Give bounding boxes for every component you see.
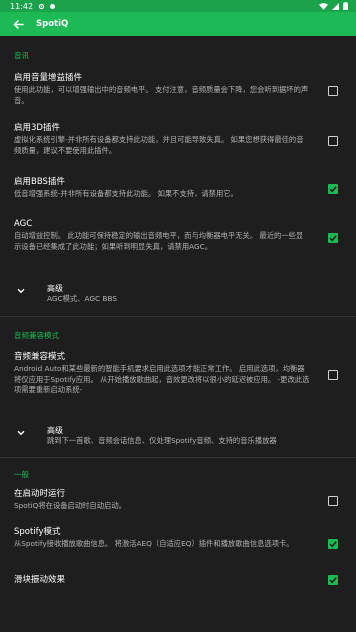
advanced-compat[interactable]: 高级 跳到下一首歌、音频会话信息、仅处理Spotify音频、支持的音乐播放器 <box>0 413 356 457</box>
advanced-title: 高级 <box>47 426 63 435</box>
agc-checkbox[interactable] <box>328 233 338 243</box>
pref-title: 启用3D插件 <box>14 123 60 133</box>
section-header-audio: 音讯 <box>14 51 29 60</box>
3d-plugin-checkbox[interactable] <box>328 136 338 146</box>
app-title: SpotiQ <box>36 19 69 29</box>
pref-title: 启用BBS插件 <box>14 177 65 187</box>
spotify-mode-checkbox[interactable] <box>328 539 338 549</box>
chevron-down-icon <box>17 288 25 294</box>
signal-icon <box>332 2 339 10</box>
section-header-compat: 音频兼容模式 <box>14 331 59 340</box>
volume-boost-checkbox[interactable] <box>328 86 338 96</box>
check-icon <box>329 541 337 548</box>
pref-summary: 低音增强系统-并非所有设备都支持此功能。 如果不支持，请禁用它。 <box>14 189 238 198</box>
status-bar: 11:42 <box>0 0 356 12</box>
pref-title: 滑块振动效果 <box>14 575 66 585</box>
pref-slider-vibration[interactable]: 滑块振动效果 <box>0 574 356 598</box>
check-icon <box>329 186 337 193</box>
pref-summary: SpotiQ将在设备启动时自动启动。 <box>14 501 126 510</box>
slider-vibration-checkbox[interactable] <box>328 575 338 585</box>
pref-summary: 使用此功能，可以增强输出中的音频电平。 支付注意，音频质量会下降，您会听到据坏的… <box>14 85 309 105</box>
gear-icon <box>38 3 45 9</box>
pref-3d-plugin[interactable]: 启用3D插件 虚拟化系统引擎-并非所有设备都支持此功能，并且可能导致失真。 如果… <box>0 122 356 176</box>
advanced-summary: AGC模式、AGC BBS <box>47 294 117 303</box>
advanced-audio[interactable]: 高级 AGC模式、AGC BBS <box>0 272 356 316</box>
pref-spotify-mode[interactable]: Spotify模式 从Spotify接收播放歌曲信息。 将激活AEQ（自适应EQ… <box>0 526 356 574</box>
pref-agc[interactable]: AGC 自动增益控制。 此功能可保持稳定的输出音频电平，而与均衡器电平无关。 最… <box>0 218 356 272</box>
pref-title: Spotify模式 <box>14 527 61 537</box>
pref-title: AGC <box>14 219 33 229</box>
check-icon <box>329 235 337 242</box>
bbs-plugin-checkbox[interactable] <box>328 184 338 194</box>
chevron-down-icon <box>17 430 25 436</box>
pref-compat-mode[interactable]: 音频兼容模式 Android Auto和某些最新的智能手机要求启用此选项才能正常… <box>0 351 356 413</box>
pref-volume-boost[interactable]: 启用音量增益插件 使用此功能，可以增强输出中的音频电平。 支付注意，音频质量会下… <box>0 72 356 122</box>
pref-run-on-boot[interactable]: 在启动时运行 SpotiQ将在设备启动时自动启动。 <box>0 488 356 526</box>
advanced-summary: 跳到下一首歌、音频会话信息、仅处理Spotify音频、支持的音乐播放器 <box>47 436 277 445</box>
pref-title: 音频兼容模式 <box>14 352 66 362</box>
section-header-general: 一般 <box>14 470 29 479</box>
status-left: 11:42 <box>10 1 56 11</box>
run-on-boot-checkbox[interactable] <box>328 496 338 506</box>
pref-bbs-plugin[interactable]: 启用BBS插件 低音增强系统-并非所有设备都支持此功能。 如果不支持，请禁用它。 <box>0 176 356 218</box>
pref-summary: 自动增益控制。 此功能可保持稳定的输出音频电平，而与均衡器电平无关。 最近的一些… <box>14 231 304 251</box>
pref-summary: Android Auto和某些最新的智能手机要求启用此选项才能正常工作。 启用此… <box>14 364 310 394</box>
advanced-title: 高级 <box>47 284 63 293</box>
status-right <box>319 2 348 10</box>
pref-title: 启用音量增益插件 <box>14 73 83 83</box>
compat-mode-checkbox[interactable] <box>328 370 338 380</box>
app-bar: SpotiQ <box>0 12 356 36</box>
arrow-back-icon <box>13 19 24 29</box>
pref-summary: 从Spotify接收播放歌曲信息。 将激活AEQ（自适应EQ）插件和播放歌曲信息… <box>14 539 294 548</box>
pref-title: 在启动时运行 <box>14 489 66 499</box>
notification-dot-icon <box>50 3 56 9</box>
wifi-icon <box>319 2 328 10</box>
status-time: 11:42 <box>10 1 34 11</box>
battery-icon <box>343 2 348 10</box>
settings-list: 音讯 启用音量增益插件 使用此功能，可以增强输出中的音频电平。 支付注意，音频质… <box>0 36 356 632</box>
check-icon <box>329 577 337 584</box>
back-button[interactable] <box>0 12 36 36</box>
pref-summary: 虚拟化系统引擎-并非所有设备都支持此功能，并且可能导致失真。 如果您想获得最佳的… <box>14 135 304 155</box>
